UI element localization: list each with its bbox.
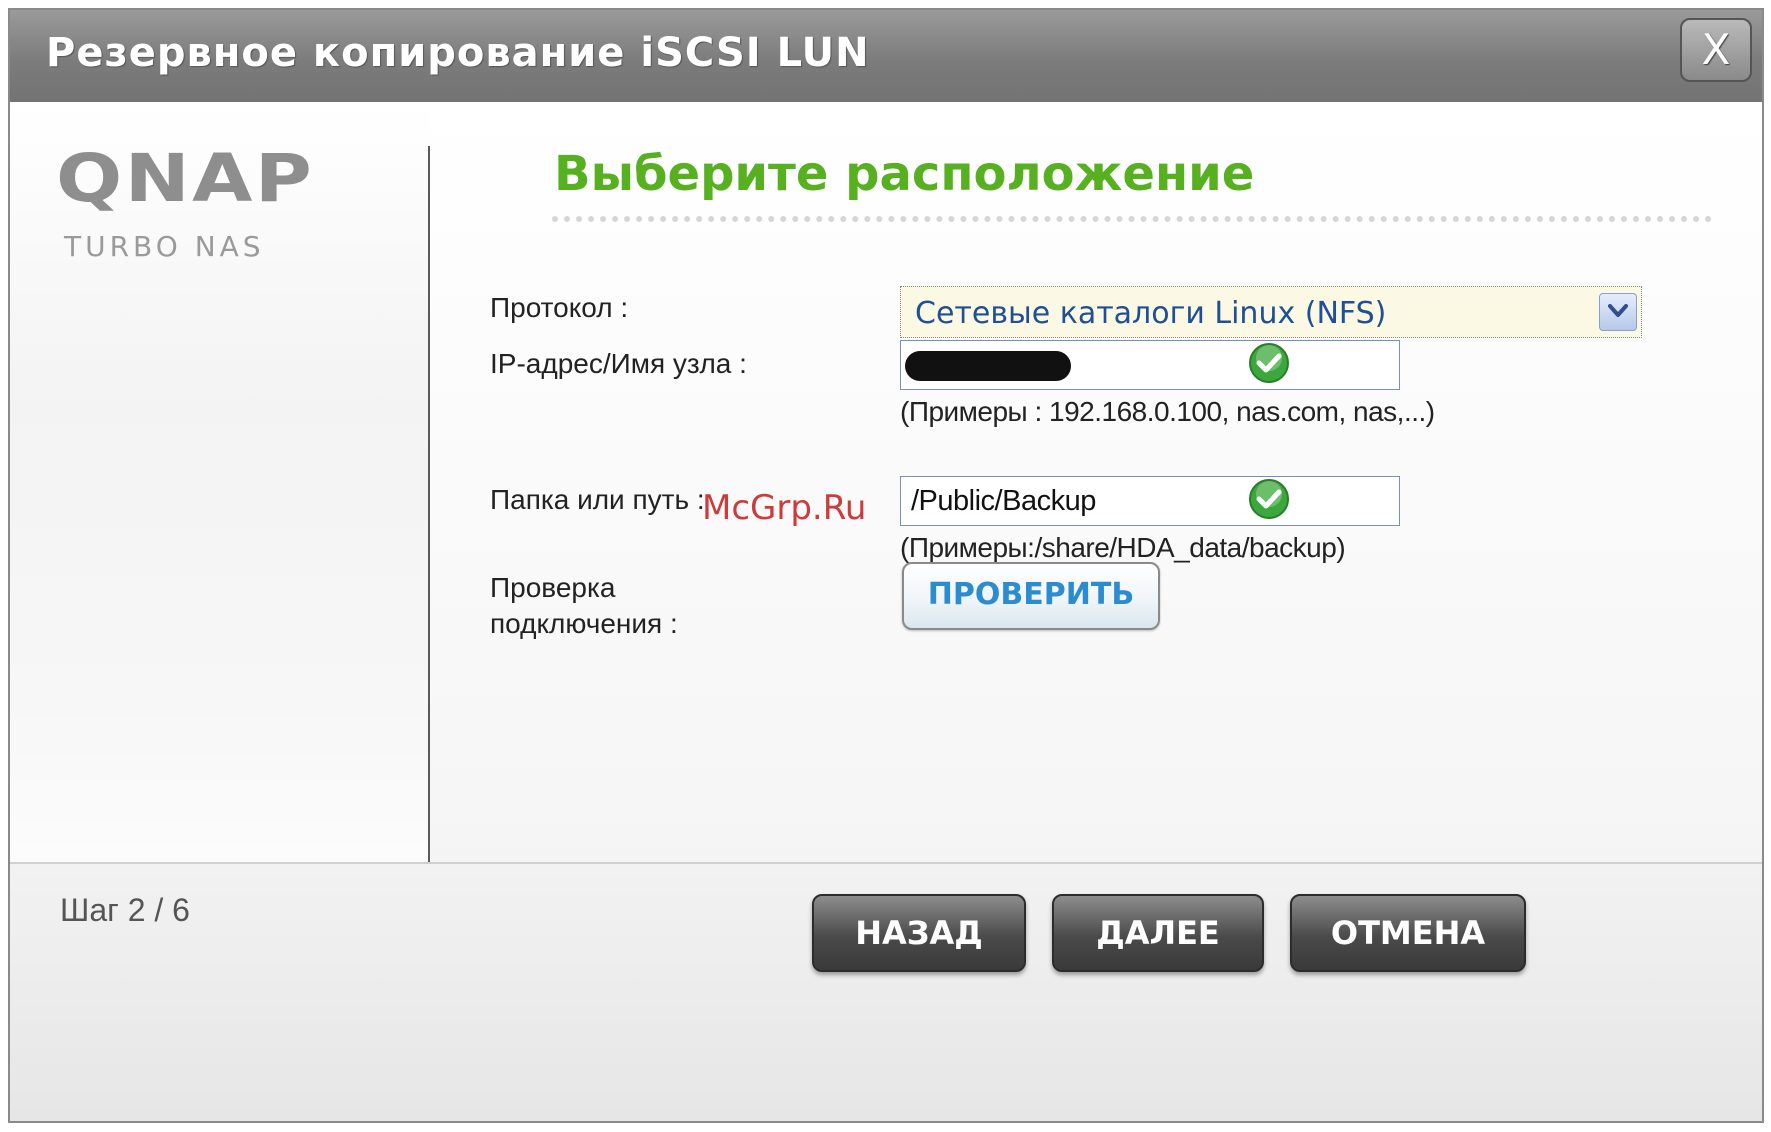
page-heading: Выберите расположение [554, 146, 1255, 202]
chevron-down-icon[interactable] [1599, 293, 1637, 331]
dialog-footer: Шаг 2 / 6 НАЗАД ДАЛЕЕ ОТМЕНА [10, 862, 1762, 1121]
connection-label-line2: подключения : [490, 608, 678, 639]
vertical-divider [428, 146, 430, 940]
host-hint: (Примеры : 192.168.0.100, nas.com, nas,.… [900, 396, 1435, 427]
redacted-ip [905, 351, 1071, 381]
cancel-button[interactable]: ОТМЕНА [1290, 894, 1526, 972]
dialog-window: Резервное копирование iSCSI LUN X QNAP T… [8, 8, 1764, 1123]
protocol-label: Протокол : [490, 292, 629, 323]
host-input[interactable] [900, 340, 1400, 390]
protocol-select[interactable]: Сетевые каталоги Linux (NFS) [900, 286, 1642, 338]
logo-text: QNAP [56, 140, 315, 217]
brand-panel: QNAP TURBO NAS [10, 102, 430, 962]
qnap-logo: QNAP TURBO NAS [56, 146, 312, 264]
folder-hint: (Примеры:/share/HDA_data/backup) [900, 532, 1346, 563]
close-icon: X [1701, 25, 1731, 74]
folder-input[interactable]: /Public/Backup [900, 476, 1400, 526]
dialog-content: QNAP TURBO NAS Выберите расположение Про… [10, 102, 1762, 984]
check-circle-icon [1249, 343, 1289, 383]
close-button[interactable]: X [1680, 18, 1752, 82]
folder-label: Папка или путь : [490, 484, 705, 515]
logo-subtitle: TURBO NAS [64, 230, 265, 263]
check-connection-button[interactable]: ПРОВЕРИТЬ [902, 562, 1160, 630]
protocol-select-value: Сетевые каталоги Linux (NFS) [915, 296, 1387, 331]
window-title: Резервное копирование iSCSI LUN [46, 30, 870, 76]
next-button[interactable]: ДАЛЕЕ [1052, 894, 1264, 972]
step-indicator: Шаг 2 / 6 [60, 892, 190, 928]
title-bar: Резервное копирование iSCSI LUN X [10, 10, 1762, 104]
back-button[interactable]: НАЗАД [812, 894, 1026, 972]
host-label: IP-адрес/Имя узла : [490, 348, 747, 379]
heading-divider [552, 216, 1712, 222]
check-circle-icon [1249, 479, 1289, 519]
watermark: McGrp.Ru [702, 488, 867, 528]
connection-label-line1: Проверка [490, 572, 616, 603]
